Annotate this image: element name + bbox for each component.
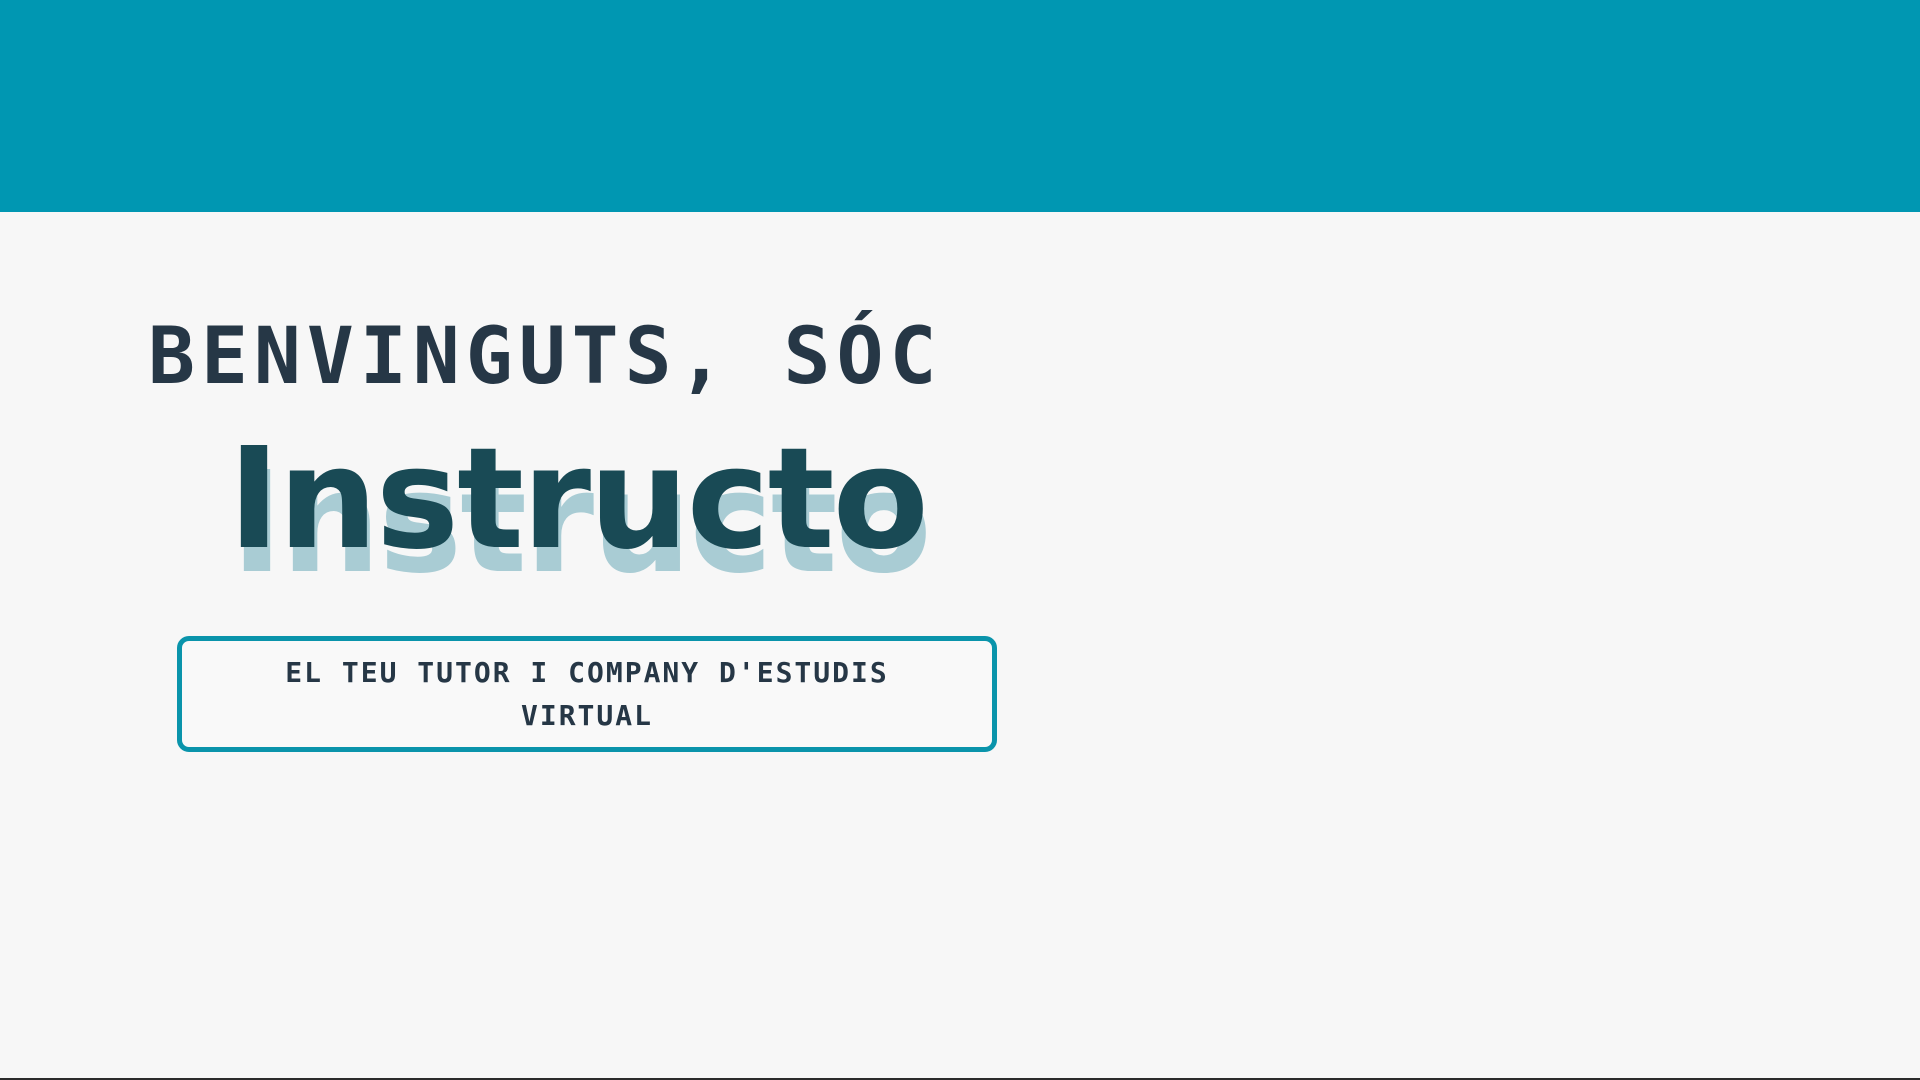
tagline-box: EL TEU TUTOR I COMPANY D'ESTUDIS VIRTUAL <box>177 636 997 752</box>
brand-title: Instructo <box>228 418 929 581</box>
welcome-heading: BENVINGUTS, SÓC <box>148 312 943 402</box>
top-banner <box>0 0 1920 212</box>
slide: BENVINGUTS, SÓC Instructo Instructo EL T… <box>0 0 1920 1080</box>
brand-logo: Instructo Instructo <box>228 430 988 600</box>
tagline-text: EL TEU TUTOR I COMPANY D'ESTUDIS VIRTUAL <box>285 656 889 732</box>
